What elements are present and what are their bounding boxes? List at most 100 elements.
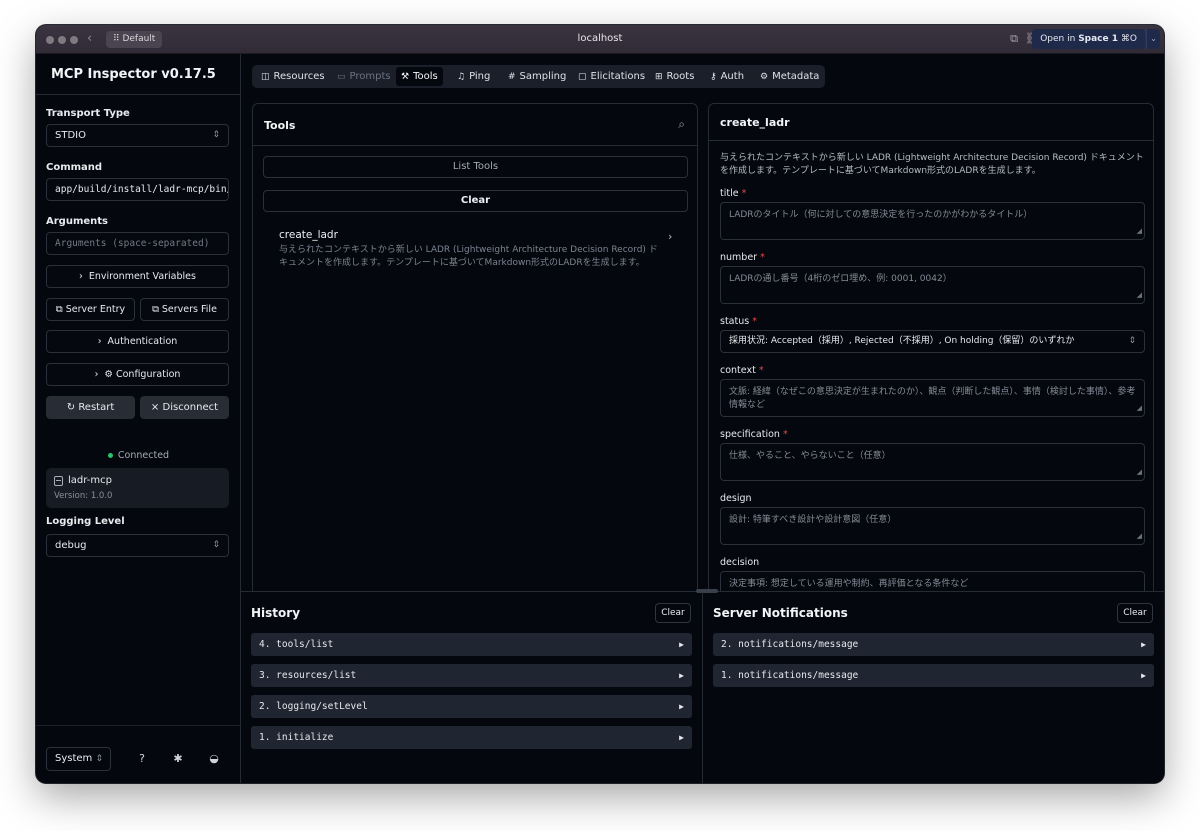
tool-form-panel: create_ladr 与えられたコンテキストから新しい LADR (Light… [708,103,1154,603]
tab-sampling[interactable]: # Sampling [503,67,571,86]
roots-icon: ⊞ [655,72,663,82]
app-title: MCP Inspector v0.17.5 [51,67,216,82]
context-field-label: context * [720,365,764,376]
clear-tools-button[interactable]: Clear [263,190,688,212]
chevron-updown-icon: ⇕ [212,540,220,550]
tab-roots[interactable]: ⊞ Roots [650,67,699,86]
list-tools-button[interactable]: List Tools [263,156,688,178]
history-item[interactable]: 3. resources/list ▶ [251,664,692,687]
copy-icon: ⧉ [55,304,63,315]
connection-status: Connected [36,450,241,461]
resize-grip-icon[interactable]: ◢ [1137,530,1142,543]
design-field-input[interactable]: 設計: 特筆すべき設計や設計意図（任意） ◢ [720,507,1145,545]
tool-name: create_ladr [279,229,338,241]
tools-icon: ⚒ [401,72,410,82]
tab-tools[interactable]: ⚒ Tools [396,67,443,86]
hash-icon: # [508,72,516,82]
tool-description: 与えられたコンテキストから新しい LADR (Lightweight Archi… [279,245,658,268]
gear-icon: ⚙ [760,72,769,82]
search-icon[interactable]: ⌕ [678,117,685,132]
tool-form-description: 与えられたコンテキストから新しい LADR (Lightweight Archi… [720,153,1144,176]
help-icon[interactable]: ? [135,752,149,766]
expand-arrow-icon: ▶ [679,733,684,742]
notification-item[interactable]: 1. notifications/message ▶ [713,664,1154,687]
tab-metadata[interactable]: ⚙ Metadata [755,67,824,86]
expand-arrow-icon: ▶ [1141,671,1146,680]
copy-icon: ⧉ [152,304,159,315]
environment-variables-button[interactable]: › Environment Variables [46,265,229,288]
server-entry-button[interactable]: ⧉ Server Entry [46,298,135,321]
clear-notifications-button[interactable]: Clear [1117,603,1153,623]
transport-select[interactable]: STDIO ⇕ [46,124,229,147]
tools-panel-title: Tools [264,119,296,132]
key-icon: ⚷ [710,72,717,82]
tab-prompts[interactable]: ▭ Prompts [332,67,396,86]
specification-field-input[interactable]: 仕様、やること、やらないこと（任意） ◢ [720,443,1145,481]
status-field-select[interactable]: 採用状況: Accepted（採用）, Rejected（不採用）, On ho… [720,330,1145,353]
number-field-label: number * [720,252,765,263]
history-item[interactable]: 4. tools/list ▶ [251,633,692,656]
browser-window: ‹ ⠿ Default localhost ⧉ ⛓ Open in Space … [36,25,1164,783]
resize-grip-icon[interactable]: ◢ [1137,289,1142,302]
resize-grip-icon[interactable]: ◢ [1137,402,1142,415]
notifications-title: Server Notifications [713,606,848,620]
server-name: ladr-mcp [68,475,112,486]
servers-file-button[interactable]: ⧉ Servers File [140,298,229,321]
arguments-label: Arguments [46,216,109,227]
prompts-icon: ▭ [337,72,346,82]
bottom-split-divider [702,592,703,783]
tab-resources[interactable]: ◫ Resources [256,67,330,86]
chevron-right-icon: › [79,271,83,282]
logging-level-label: Logging Level [46,516,125,527]
chevron-updown-icon: ⇕ [95,754,103,764]
tab-auth[interactable]: ⚷ Auth [705,67,749,86]
context-field-input[interactable]: 文脈: 経緯（なぜこの意思決定が生まれたのか）、観点（判断した観点）、事情（検討… [720,379,1145,417]
status-field-label: status * [720,316,757,327]
github-icon[interactable]: ◒ [207,752,221,766]
url-bar[interactable]: localhost [36,33,1164,44]
bug-icon[interactable]: ✱ [171,752,185,766]
extension-icon[interactable]: ⧉ [1006,31,1022,47]
authentication-button[interactable]: › Authentication [46,330,229,353]
chevron-updown-icon: ⇕ [1128,336,1136,346]
title-field-input[interactable]: LADRのタイトル（何に対しての意思決定を行ったのかがわかるタイトル） ◢ [720,202,1145,240]
sidebar-divider [36,94,241,95]
server-info-card: ladr-mcp Version: 1.0.0 [46,468,229,508]
tab-bar: ◫ Resources ▭ Prompts ⚒ Tools ♫ Ping # Sampli… [252,65,825,88]
resources-icon: ◫ [261,72,270,82]
server-icon [54,476,63,486]
server-version: Version: 1.0.0 [54,491,113,501]
configuration-button[interactable]: › ⚙ Configuration [46,363,229,386]
clear-history-button[interactable]: Clear [655,603,691,623]
chevron-right-icon: › [97,336,102,347]
number-field-input[interactable]: LADRの通し番号（4桁のゼロ埋め、例: 0001, 0042） ◢ [720,266,1145,304]
tool-form-header: create_ladr [709,104,1153,141]
expand-arrow-icon: ▶ [679,702,684,711]
disconnect-button[interactable]: ⨯ Disconnect [140,396,229,419]
notification-item[interactable]: 2. notifications/message ▶ [713,633,1154,656]
restart-button[interactable]: ↻ Restart [46,396,135,419]
sidebar: MCP Inspector v0.17.5 Transport Type STD… [36,54,241,783]
tab-ping[interactable]: ♫ Ping [452,67,495,86]
history-title: History [251,606,301,620]
unplug-icon: ⨯ [150,402,160,413]
chevron-right-icon: › [94,369,99,380]
resize-grip-icon[interactable]: ◢ [1137,466,1142,479]
theme-select[interactable]: System ⇕ [46,747,111,771]
tab-elicitations[interactable]: ▢ Elicitations [573,67,650,86]
bottom-panel: History Clear 4. tools/list ▶ 3. resource… [241,589,1164,783]
resize-handle[interactable] [696,589,718,593]
arguments-input[interactable]: Arguments (space-separated) [46,232,229,255]
open-in-space-button[interactable]: Open in Space 1 ⌘O [1032,29,1145,49]
tools-panel: Tools ⌕ List Tools Clear create_ladr 与えら… [252,103,698,603]
specification-field-label: specification * [720,429,788,440]
gear-icon: ⚙ [104,369,113,380]
status-dot-icon [107,453,113,458]
command-label: Command [46,162,103,173]
command-input[interactable]: app/build/install/ladr-mcp/bin/ [46,178,229,201]
history-item[interactable]: 1. initialize ▶ [251,726,692,749]
resize-grip-icon[interactable]: ◢ [1137,225,1142,238]
logging-level-select[interactable]: debug ⇕ [46,534,229,557]
chevron-down-icon[interactable]: ⌄ [1146,29,1160,49]
history-item[interactable]: 2. logging/setLevel ▶ [251,695,692,718]
